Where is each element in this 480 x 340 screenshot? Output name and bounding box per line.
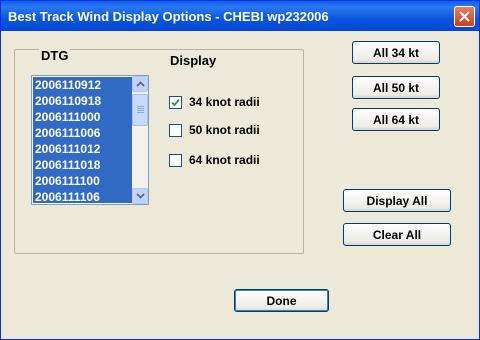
list-item[interactable]: 2006110912 xyxy=(33,77,133,93)
dialog-window: Best Track Wind Display Options - CHEBI … xyxy=(0,0,480,340)
list-item[interactable]: 2006110918 xyxy=(33,93,133,109)
checkbox-34-knot-radii[interactable]: 34 knot radii xyxy=(169,94,260,110)
list-item[interactable]: 2006111012 xyxy=(33,141,133,157)
list-item[interactable]: 2006111106 xyxy=(33,189,133,204)
checkbox-label: 34 knot radii xyxy=(189,95,260,109)
scroll-up-arrow-icon xyxy=(135,81,145,87)
checkmark-icon xyxy=(171,98,180,106)
title-bar[interactable]: Best Track Wind Display Options - CHEBI … xyxy=(1,1,479,31)
dtg-label: DTG xyxy=(39,48,71,63)
scroll-down-arrow-icon xyxy=(135,193,145,199)
all-50-kt-button[interactable]: All 50 kt xyxy=(352,76,440,99)
dtg-list: 2006110912 2006110918 2006111000 2006111… xyxy=(33,77,133,204)
list-item[interactable]: 2006111100 xyxy=(33,173,133,189)
all-34-kt-button[interactable]: All 34 kt xyxy=(352,41,440,64)
checkbox-box[interactable] xyxy=(169,95,182,109)
checkbox-50-knot-radii[interactable]: 50 knot radii xyxy=(169,122,260,138)
clear-all-button[interactable]: Clear All xyxy=(343,223,451,246)
list-item[interactable]: 2006111000 xyxy=(33,109,133,125)
list-item[interactable]: 2006111006 xyxy=(33,125,133,141)
checkbox-label: 64 knot radii xyxy=(189,153,260,167)
checkbox-box[interactable] xyxy=(169,123,182,137)
close-icon xyxy=(459,11,470,22)
scroll-down-button[interactable] xyxy=(132,188,148,204)
checkbox-label: 50 knot radii xyxy=(189,123,260,137)
window-title: Best Track Wind Display Options - CHEBI … xyxy=(8,9,329,24)
dtg-listbox[interactable]: 2006110912 2006110918 2006111000 2006111… xyxy=(31,75,149,205)
dialog-client: DTG Display 2006110912 2006110918 200611… xyxy=(5,31,475,335)
display-all-button[interactable]: Display All xyxy=(343,189,451,212)
scroll-up-button[interactable] xyxy=(132,76,148,92)
checkbox-box[interactable] xyxy=(169,153,182,167)
all-64-kt-button[interactable]: All 64 kt xyxy=(352,108,440,131)
checkbox-64-knot-radii[interactable]: 64 knot radii xyxy=(169,152,260,168)
scroll-thumb[interactable] xyxy=(132,94,148,126)
display-label: Display xyxy=(170,53,217,68)
list-item[interactable]: 2006111018 xyxy=(33,157,133,173)
close-button[interactable] xyxy=(454,6,475,27)
dtg-scrollbar[interactable] xyxy=(132,76,148,204)
done-button[interactable]: Done xyxy=(234,289,329,312)
